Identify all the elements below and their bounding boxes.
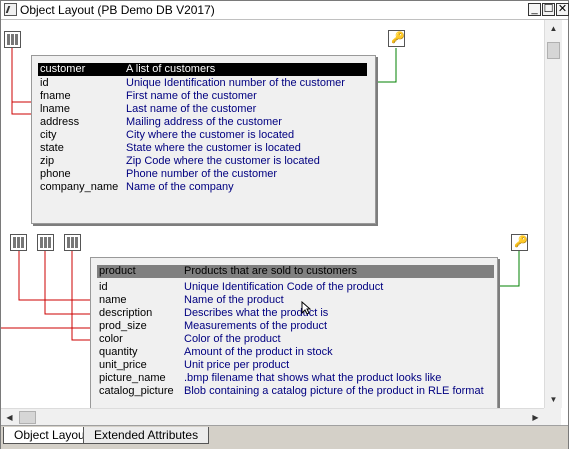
column-name: description [99, 307, 153, 319]
table-name: product [99, 265, 136, 277]
customer-table[interactable]: customer A list of customers id Unique Id… [31, 55, 376, 224]
scrollbar-corner [544, 408, 561, 425]
product-table[interactable]: product Products that are sold to custom… [90, 257, 498, 408]
index-icon[interactable] [10, 234, 27, 251]
tab-bar: Object Layout Extended Attributes [1, 425, 568, 449]
scroll-right-icon[interactable]: ▶ [527, 409, 544, 426]
column-description: Unique Identification Code of the produc… [184, 281, 384, 293]
column-description: Color of the product [184, 333, 281, 345]
column-description: Mailing address of the customer [126, 116, 282, 128]
app-icon [4, 3, 17, 16]
primary-key-icon[interactable]: 🔑 [388, 30, 405, 47]
table-comment: A list of customers [126, 63, 216, 75]
column-name: lname [40, 103, 70, 115]
column-description: City where the customer is located [126, 129, 295, 141]
column-name: state [40, 142, 64, 154]
table-column-row[interactable]: company_name Name of the company [40, 181, 383, 194]
vertical-scroll-thumb[interactable] [547, 42, 560, 59]
index-icon[interactable] [64, 234, 81, 251]
table-column-row[interactable]: id Unique Identification Code of the prod… [99, 281, 505, 294]
scroll-left-icon[interactable]: ◀ [1, 409, 18, 426]
column-name: quantity [99, 346, 138, 358]
table-column-row[interactable]: phone Phone number of the customer [40, 168, 383, 181]
window-title: Object Layout (PB Demo DB V2017) [20, 3, 215, 17]
column-description: Name of the company [126, 181, 234, 193]
product-table-header[interactable]: product Products that are sold to custom… [97, 265, 494, 278]
column-description: State where the customer is located [126, 142, 301, 154]
mouse-cursor-icon [301, 301, 311, 315]
column-name: id [99, 281, 108, 293]
column-name: color [99, 333, 123, 345]
layout-canvas[interactable]: 🔑 customer A list of customers id Unique … [1, 20, 544, 408]
table-column-row[interactable]: color Color of the product [99, 333, 505, 346]
table-column-row[interactable]: lname Last name of the customer [40, 103, 383, 116]
column-name: name [99, 294, 127, 306]
column-name: company_name [40, 181, 119, 193]
table-name: customer [40, 63, 86, 75]
column-name: zip [40, 155, 55, 167]
title-bar: Object Layout (PB Demo DB V2017) _ ☐ ✕ [1, 1, 569, 20]
column-description: First name of the customer [126, 90, 257, 102]
column-description: Amount of the product in stock [184, 346, 333, 358]
column-name: prod_size [99, 320, 147, 332]
table-comment: Products that are sold to customers [184, 265, 358, 277]
table-column-row[interactable]: catalog_picture Blob containing a catalog… [99, 385, 505, 398]
column-description: Zip Code where the customer is located [126, 155, 320, 167]
table-column-row[interactable]: address Mailing address of the customer [40, 116, 383, 129]
index-icon[interactable] [4, 31, 21, 48]
scroll-down-icon[interactable]: ▼ [545, 391, 562, 408]
column-description: Last name of the customer [126, 103, 257, 115]
column-description: Phone number of the customer [126, 168, 278, 180]
tab-extended-attributes[interactable]: Extended Attributes [83, 427, 210, 444]
column-name: picture_name [99, 372, 166, 384]
index-icon[interactable] [37, 234, 54, 251]
object-layout-window: Object Layout (PB Demo DB V2017) _ ☐ ✕ 🔑 [0, 0, 569, 449]
table-column-row[interactable]: fname First name of the customer [40, 90, 383, 103]
maximize-button[interactable]: ☐ [542, 3, 555, 16]
table-column-row[interactable]: unit_price Unit price per product [99, 359, 505, 372]
table-column-row[interactable]: city City where the customer is located [40, 129, 383, 142]
column-description: Name of the product [184, 294, 284, 306]
column-name: address [40, 116, 80, 128]
scroll-up-icon[interactable]: ▲ [545, 20, 562, 37]
column-name: id [40, 77, 49, 89]
column-description: Blob containing a catalog picture of the… [184, 385, 484, 397]
table-column-row[interactable]: zip Zip Code where the customer is locate… [40, 155, 383, 168]
column-name: fname [40, 90, 71, 102]
column-name: unit_price [99, 359, 147, 371]
column-description: .bmp filename that shows what the produc… [184, 372, 442, 384]
table-column-row[interactable]: picture_name .bmp filename that shows wha… [99, 372, 505, 385]
horizontal-scrollbar[interactable]: ◀ ▶ [1, 408, 561, 426]
column-description: Unit price per product [184, 359, 290, 371]
column-name: phone [40, 168, 71, 180]
primary-key-icon[interactable]: 🔑 [511, 234, 528, 251]
customer-table-header[interactable]: customer A list of customers [38, 63, 367, 76]
table-column-row[interactable]: prod_size Measurements of the product [99, 320, 505, 333]
column-description: Unique Identification number of the cust… [126, 77, 345, 89]
column-description: Measurements of the product [184, 320, 328, 332]
horizontal-scroll-thumb[interactable] [19, 411, 36, 424]
table-column-row[interactable]: state State where the customer is located [40, 142, 383, 155]
table-column-row[interactable]: id Unique Identification number of the cu… [40, 77, 383, 90]
minimize-button[interactable]: _ [528, 3, 541, 16]
close-button[interactable]: ✕ [556, 3, 569, 16]
table-column-row[interactable]: quantity Amount of the product in stock [99, 346, 505, 359]
vertical-scrollbar[interactable]: ▲ ▼ [544, 20, 562, 408]
column-name: catalog_picture [99, 385, 174, 397]
column-name: city [40, 129, 57, 141]
